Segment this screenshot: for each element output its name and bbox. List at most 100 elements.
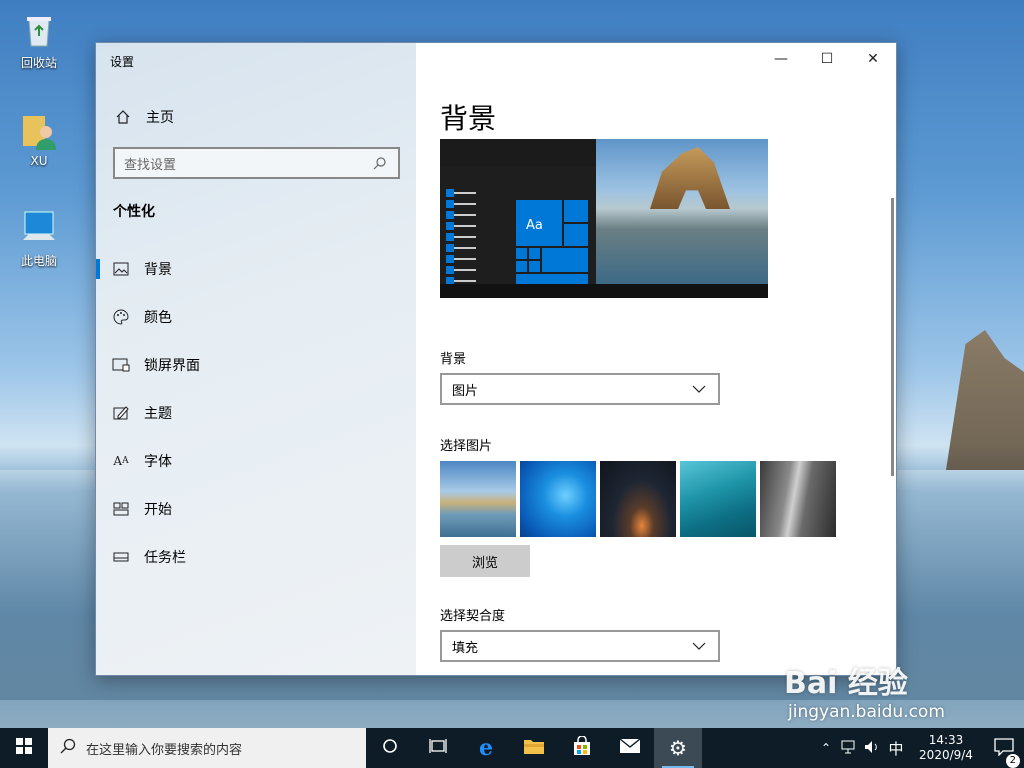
desktop-icon-label: 此电脑: [20, 254, 57, 268]
fit-label: 选择契合度: [440, 609, 506, 624]
edge-button[interactable]: e: [462, 728, 510, 768]
settings-taskbar-button[interactable]: ⚙: [654, 728, 702, 768]
nav-item-background[interactable]: 背景: [96, 249, 416, 289]
nav-item-themes[interactable]: 主题: [96, 393, 416, 433]
nav-item-label: 锁屏界面: [144, 358, 200, 374]
maximize-button[interactable]: ☐: [804, 43, 850, 75]
desktop-wallpaper-rock: [946, 330, 1024, 470]
preview-taskbar: [440, 284, 768, 298]
image-icon: [112, 260, 130, 278]
close-button[interactable]: ✕: [850, 43, 896, 75]
notification-count-badge: 2: [1005, 753, 1020, 768]
nav-home-label: 主页: [146, 110, 174, 126]
desktop-icon-label: 回收站: [20, 56, 57, 70]
task-view-icon: [429, 738, 447, 758]
window-controls: — ☐ ✕: [758, 43, 896, 75]
desktop-icon-recycle-bin[interactable]: 回收站: [8, 10, 70, 71]
browse-button[interactable]: 浏览: [440, 545, 530, 577]
edge-browser-icon: e: [479, 735, 493, 761]
settings-search-input[interactable]: 查找设置: [113, 147, 400, 179]
minimize-button[interactable]: —: [758, 43, 804, 75]
task-view-button[interactable]: [414, 728, 462, 768]
taskbar-search-box[interactable]: 在这里输入你要搜索的内容: [48, 728, 366, 768]
nav-home[interactable]: 主页: [114, 107, 174, 127]
search-icon: [371, 154, 389, 172]
computer-icon: [19, 208, 59, 248]
preview-tiles: [516, 200, 588, 284]
background-dropdown[interactable]: 图片: [440, 373, 720, 405]
chevron-down-icon: [690, 637, 708, 655]
window-title: 设置: [110, 55, 135, 69]
search-placeholder: 查找设置: [124, 157, 177, 173]
chevron-down-icon: [690, 380, 708, 398]
lock-screen-icon: [112, 356, 130, 374]
nav-item-label: 背景: [144, 262, 172, 278]
network-icon: [840, 739, 856, 758]
page-title: 背景: [440, 102, 497, 135]
folder-icon: [523, 737, 545, 759]
picture-thumb-rock-cliff[interactable]: [760, 461, 836, 537]
file-explorer-button[interactable]: [510, 728, 558, 768]
fit-dropdown[interactable]: 填充: [440, 630, 720, 662]
nav-item-label: 主题: [144, 406, 172, 422]
clock[interactable]: 14:33 2020/9/4: [908, 733, 984, 763]
store-button[interactable]: [558, 728, 606, 768]
desktop-icon-this-pc[interactable]: 此电脑: [8, 208, 70, 269]
settings-nav-pane: 设置 主页 查找设置 个性化 背景 颜色 锁屏界面 主题 A A 字体 开始 任…: [96, 43, 416, 675]
preview-menu-list: [446, 189, 476, 291]
clock-time: 14:33: [928, 733, 964, 747]
start-button[interactable]: [0, 728, 48, 768]
desktop-icon-user-folder[interactable]: XU: [8, 110, 70, 168]
cortana-circle-icon: [382, 738, 398, 758]
nav-item-colors[interactable]: 颜色: [96, 297, 416, 337]
fit-dropdown-value: 填充: [452, 640, 479, 656]
nav-item-start[interactable]: 开始: [96, 489, 416, 529]
nav-item-label: 开始: [144, 502, 172, 518]
nav-item-fonts[interactable]: AA 字体: [96, 441, 416, 481]
chevron-up-icon: ⌃: [820, 741, 832, 755]
theme-icon: [112, 404, 130, 422]
picture-thumb-beach-arch[interactable]: [440, 461, 516, 537]
picture-thumbnails: [440, 461, 836, 537]
picture-thumb-windows-blue[interactable]: [520, 461, 596, 537]
tray-overflow-button[interactable]: ⌃: [816, 728, 836, 768]
cortana-button[interactable]: [366, 728, 414, 768]
baidu-watermark-url: jingyan.baidu.com: [788, 702, 945, 722]
settings-window: 设置 主页 查找设置 个性化 背景 颜色 锁屏界面 主题 A A 字体 开始 任…: [95, 42, 897, 676]
recycle-bin-icon: [19, 10, 59, 50]
nav-item-label: 颜色: [144, 310, 172, 326]
volume-button[interactable]: [860, 728, 884, 768]
network-button[interactable]: [836, 728, 860, 768]
nav-item-label: 字体: [144, 454, 172, 470]
nav-item-lock-screen[interactable]: 锁屏界面: [96, 345, 416, 385]
mail-envelope-icon: [619, 738, 641, 758]
user-folder-icon: [19, 110, 59, 150]
speaker-icon: [864, 739, 880, 758]
taskbar-icon: [112, 548, 130, 566]
home-icon: [114, 108, 132, 126]
taskbar-search-placeholder: 在这里输入你要搜索的内容: [86, 742, 243, 758]
picture-thumb-night-sky[interactable]: [600, 461, 676, 537]
search-icon: [60, 738, 76, 758]
desktop-icon-label: XU: [30, 154, 48, 168]
ime-indicator[interactable]: 中: [884, 728, 908, 768]
background-dropdown-value: 图片: [452, 383, 479, 399]
windows-logo-icon: [16, 738, 32, 758]
font-icon: AA: [113, 454, 129, 468]
background-preview: Aa: [440, 139, 768, 298]
store-bag-icon: [572, 735, 592, 760]
gear-icon: ⚙: [669, 736, 687, 760]
palette-icon: [112, 308, 130, 326]
nav-section-title: 个性化: [113, 204, 155, 220]
nav-item-taskbar[interactable]: 任务栏: [96, 537, 416, 577]
preview-tile-text: Aa: [526, 218, 543, 233]
baidu-watermark-brand: Bai 经验: [784, 666, 908, 701]
choose-picture-label: 选择图片: [440, 439, 493, 454]
clock-date: 2020/9/4: [919, 748, 973, 762]
start-icon: [112, 500, 130, 518]
content-scrollbar[interactable]: [891, 198, 894, 476]
mail-button[interactable]: [606, 728, 654, 768]
system-tray: ⌃ 中 14:33 2020/9/4 2: [816, 728, 1024, 768]
action-center-button[interactable]: 2: [984, 737, 1024, 768]
picture-thumb-underwater[interactable]: [680, 461, 756, 537]
